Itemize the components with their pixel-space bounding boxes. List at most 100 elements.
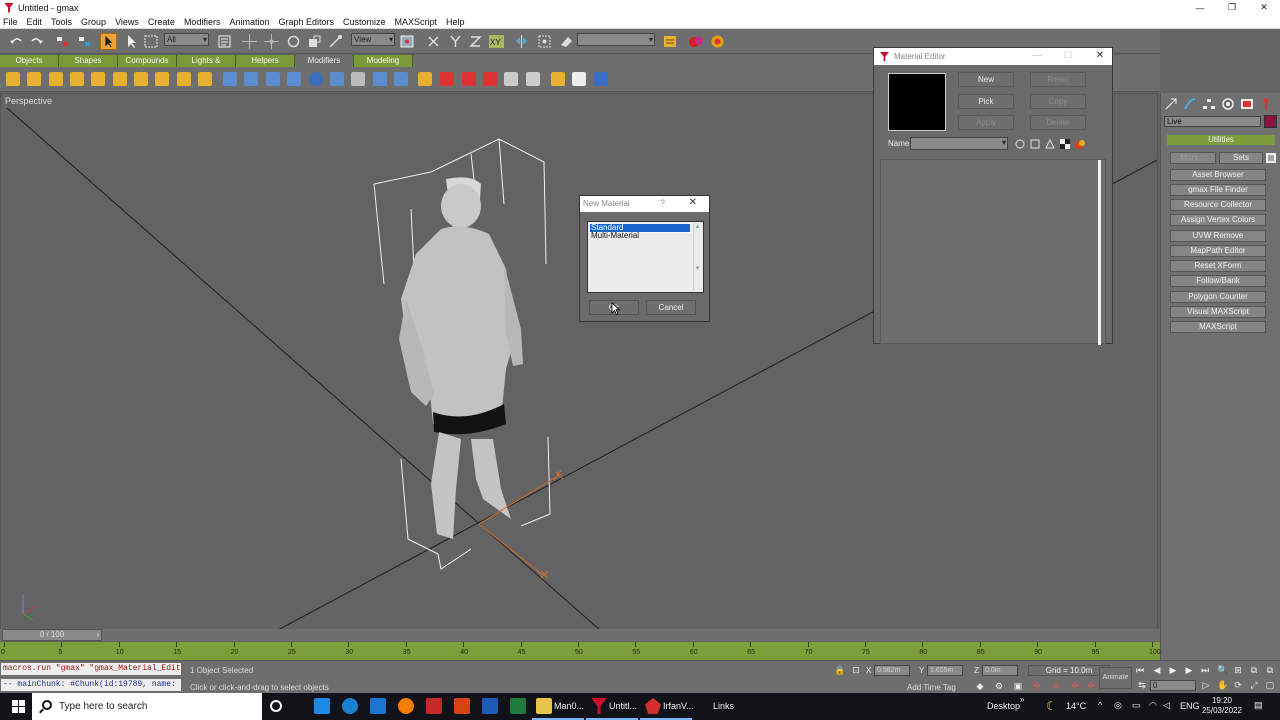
displace-icon[interactable] xyxy=(551,72,565,86)
move-xy-icon[interactable] xyxy=(263,33,280,50)
orbit-icon[interactable]: ⤢ xyxy=(1249,680,1259,690)
utility-asset-browser[interactable]: Asset Browser xyxy=(1170,169,1266,181)
menu-views[interactable]: Views xyxy=(115,17,139,27)
smooth-modifier-icon[interactable] xyxy=(483,72,497,86)
utility-uvw-remove[interactable]: UVW Remove xyxy=(1170,230,1266,242)
utility-reset-xform[interactable]: Reset XForm xyxy=(1170,260,1266,272)
utilities-rollout-header[interactable]: Utilities xyxy=(1167,135,1275,145)
edge-icon[interactable] xyxy=(342,698,358,714)
maximize-viewport-icon[interactable]: ▢ xyxy=(1265,680,1275,690)
stretch-modifier-icon[interactable] xyxy=(91,72,105,86)
rotate-icon[interactable] xyxy=(285,33,302,50)
list-item-multi-material[interactable]: Multi-Material xyxy=(590,232,690,240)
network-icon[interactable]: ▭ xyxy=(1132,700,1141,711)
animate-button[interactable]: Animate xyxy=(1099,667,1132,689)
spinner-snap-icon[interactable]: ✣ xyxy=(1032,681,1042,691)
normal-icon[interactable] xyxy=(394,72,408,86)
menu-animation[interactable]: Animation xyxy=(229,17,269,27)
put-to-scene-icon[interactable] xyxy=(1029,138,1041,150)
irfanview-icon[interactable] xyxy=(645,698,661,714)
axis-xy-icon[interactable]: XY xyxy=(488,33,505,50)
taskbar-search-box[interactable]: Type here to search xyxy=(32,693,262,720)
zoom-extents-all-icon[interactable]: ⧉ xyxy=(1265,665,1275,675)
move-icon[interactable] xyxy=(241,33,258,50)
background-checker-icon[interactable] xyxy=(1059,138,1071,150)
windows-start-icon[interactable] xyxy=(12,700,25,713)
named-selection-dropdown[interactable] xyxy=(577,33,655,46)
mirror-snap-icon[interactable]: ✣ xyxy=(1070,681,1080,691)
add-time-tag-button[interactable]: Add Time Tag xyxy=(907,683,956,692)
material-editor-icon[interactable] xyxy=(688,33,705,50)
firefox-icon[interactable] xyxy=(398,698,414,714)
task-view-icon[interactable] xyxy=(314,698,330,714)
new-material-close-button[interactable]: ✕ xyxy=(689,197,697,208)
noise-modifier-icon[interactable] xyxy=(70,72,84,86)
go-to-start-icon[interactable]: ⏮ xyxy=(1135,665,1145,675)
taper-modifier-icon[interactable] xyxy=(27,72,41,86)
key-mode-icon[interactable]: ⇆ xyxy=(1137,680,1147,690)
axis-x-icon[interactable] xyxy=(425,33,442,50)
edit-spline-icon[interactable] xyxy=(287,72,301,86)
selection-filter-dropdown[interactable]: All xyxy=(164,33,209,46)
material-type-list[interactable]: Standard Multi-Material ▲ ▼ xyxy=(587,221,704,293)
menu-tools[interactable]: Tools xyxy=(51,17,72,27)
reset-button[interactable]: Reset xyxy=(1030,72,1086,87)
new-button[interactable]: New xyxy=(958,72,1014,87)
sets-button[interactable]: Sets xyxy=(1219,152,1263,164)
pivot-center-icon[interactable] xyxy=(399,33,416,50)
mirror-icon[interactable] xyxy=(513,33,530,50)
delete-button[interactable]: Delete xyxy=(1030,115,1086,130)
create-tab-icon[interactable] xyxy=(1164,97,1178,111)
material-editor-close-button[interactable]: ✕ xyxy=(1096,50,1104,61)
play-icon[interactable]: ▶ xyxy=(1168,665,1178,675)
menu-group[interactable]: Group xyxy=(81,17,106,27)
arc-rotate-icon[interactable]: ⟳ xyxy=(1233,680,1243,690)
material-editor-scrollbar[interactable] xyxy=(1098,160,1101,345)
undo-icon[interactable] xyxy=(8,33,25,50)
minimize-button[interactable]: — xyxy=(1184,0,1216,15)
help-button[interactable]: ? xyxy=(660,198,665,208)
weather-temperature[interactable]: 14°C xyxy=(1066,701,1086,711)
excel-icon[interactable] xyxy=(510,698,526,714)
show-map-icon[interactable] xyxy=(1074,138,1086,150)
mesh-select-icon[interactable] xyxy=(223,72,237,86)
powerpoint-icon[interactable] xyxy=(454,698,470,714)
z-coordinate-field[interactable]: 0.0m xyxy=(982,665,1018,676)
utility-maxscript[interactable]: MAXScript xyxy=(1170,321,1266,333)
show-hidden-icons-icon[interactable]: ^ xyxy=(1098,700,1102,710)
utility-polygon-counter[interactable]: Polygon Counter xyxy=(1170,291,1266,303)
skew-modifier-icon[interactable] xyxy=(113,72,127,86)
gmax-icon[interactable] xyxy=(591,698,607,714)
snap-toggle-icon[interactable]: ◆ xyxy=(975,681,985,691)
menu-customize[interactable]: Customize xyxy=(343,17,386,27)
mesh-smooth-icon[interactable] xyxy=(373,72,387,86)
zoom-extents-icon[interactable]: ⧉ xyxy=(1249,665,1259,675)
unlink-icon[interactable] xyxy=(76,33,93,50)
cortana-icon[interactable] xyxy=(270,700,282,712)
maxscript-listener-line2[interactable]: -- mainChunk: #Chunk(id:19789, name: xyxy=(1,679,181,691)
pan-icon[interactable]: ✋ xyxy=(1217,680,1228,690)
acrobat-icon[interactable] xyxy=(426,698,442,714)
material-sample-slot[interactable] xyxy=(888,73,946,131)
utility-follow-bank[interactable]: Follow/Bank xyxy=(1170,275,1266,287)
pick-button[interactable]: Pick xyxy=(958,94,1014,109)
configure-sets-icon[interactable] xyxy=(1265,152,1277,164)
menu-create[interactable]: Create xyxy=(148,17,175,27)
zoom-all-icon[interactable]: ⊞ xyxy=(1233,665,1243,675)
eraser-icon[interactable] xyxy=(558,33,575,50)
lock-selection-icon[interactable]: 🔒 xyxy=(834,665,845,675)
more-button[interactable]: More... xyxy=(1170,152,1216,164)
utility-resource-collector[interactable]: Resource Collector xyxy=(1170,199,1266,211)
menu-modifiers[interactable]: Modifiers xyxy=(184,17,221,27)
notifications-icon[interactable]: ▤ xyxy=(1254,700,1263,711)
scale-icon[interactable] xyxy=(306,33,323,50)
word-icon[interactable] xyxy=(482,698,498,714)
taskbar-desktop-toolbar[interactable]: Desktop xyxy=(987,701,1020,711)
next-frame-icon[interactable]: ▶ xyxy=(1184,665,1194,675)
menu-edit[interactable]: Edit xyxy=(27,17,43,27)
material-editor-maximize-button[interactable]: ☐ xyxy=(1064,50,1072,61)
edit-named-selection-icon[interactable]: ✣ xyxy=(1051,681,1061,691)
angle-snap-icon[interactable]: ⚙ xyxy=(994,681,1004,691)
material-editor-minimize-button[interactable]: — xyxy=(1032,50,1042,61)
cancel-button[interactable]: Cancel xyxy=(646,300,696,315)
